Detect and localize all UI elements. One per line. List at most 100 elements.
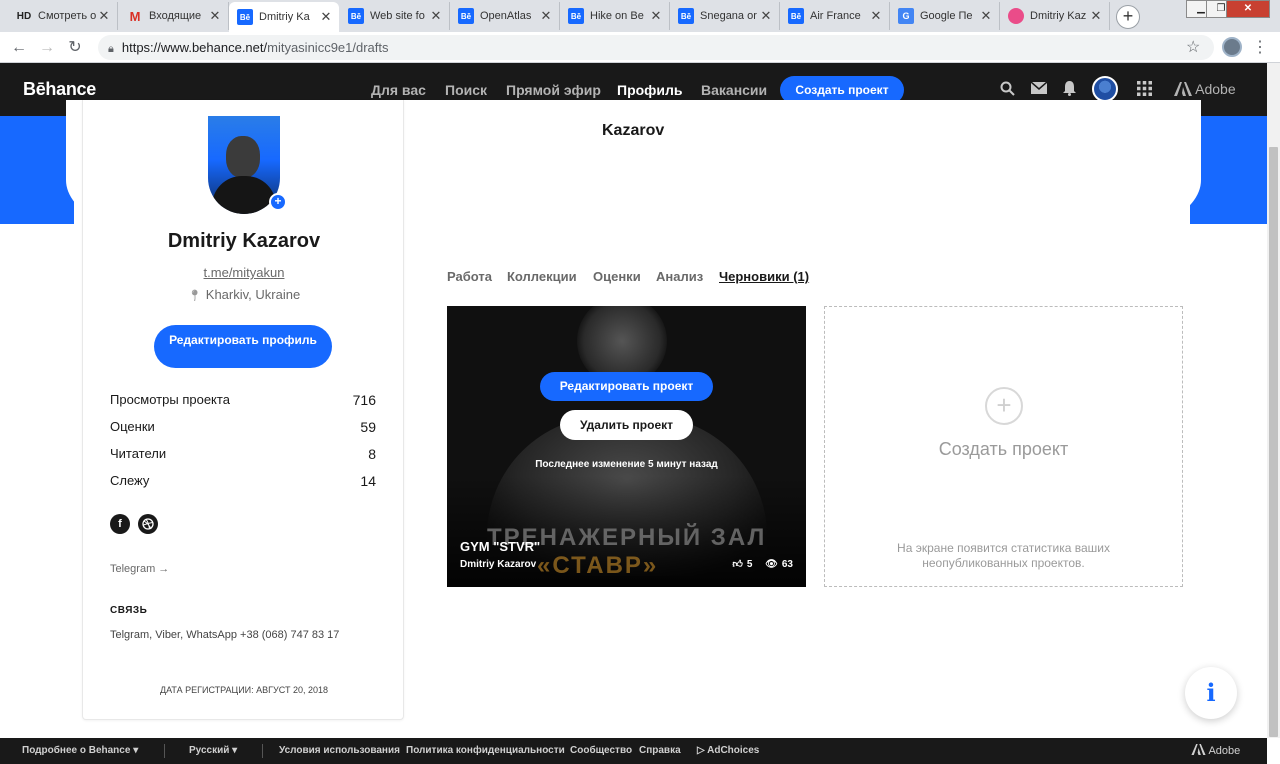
adobe-link[interactable]: Adobe [1174, 81, 1236, 97]
profile-name: Dmitriy Kazarov [167, 230, 321, 252]
close-tab-icon[interactable]: ✕ [649, 8, 663, 24]
user-avatar[interactable] [1092, 76, 1118, 102]
scrollbar-thumb[interactable] [1269, 147, 1278, 737]
footer-divider [262, 744, 263, 758]
close-window-button[interactable]: ✕ [1226, 0, 1270, 18]
footer-community-link[interactable]: Сообщество [570, 745, 632, 756]
close-tab-icon[interactable]: ✕ [759, 8, 773, 24]
tab-label: Dmitriy Ka [259, 11, 310, 23]
kebab-menu-icon[interactable]: ⋮ [1252, 37, 1268, 57]
tab-insights[interactable]: Анализ [656, 269, 703, 284]
footer-terms-link[interactable]: Условия использования [279, 745, 400, 756]
browser-tab[interactable]: Bē OpenAtlas ✕ [450, 2, 560, 30]
project-stats: 👍︎ 5 👁︎ 63 [728, 558, 793, 570]
tab-label: Входящие [149, 10, 202, 22]
reload-icon[interactable]: ↻ [64, 37, 86, 59]
thumbs-up-icon: 👍︎ [732, 559, 743, 570]
nav-live[interactable]: Прямой эфир [506, 82, 601, 98]
browser-tab[interactable]: Dmitriy Kaz ✕ [1000, 2, 1110, 30]
project-owner[interactable]: Dmitriy Kazarov [460, 559, 536, 570]
lock-icon: 🔒︎ [108, 43, 114, 55]
delete-project-button[interactable]: Удалить проект [560, 410, 693, 440]
info-icon[interactable]: i [1185, 667, 1237, 719]
page-scrollbar[interactable] [1267, 63, 1280, 738]
hd-icon: HD [16, 10, 32, 22]
nav-jobs[interactable]: Вакансии [701, 82, 767, 98]
browser-tab[interactable]: Bē Snegana or ✕ [670, 2, 780, 30]
tab-appreciations[interactable]: Оценки [593, 269, 641, 284]
url-host: https://www.behance.net/ [121, 40, 268, 55]
close-tab-icon[interactable]: ✕ [97, 8, 111, 24]
cover-text-line2: «СТАВР» [537, 552, 659, 579]
browser-tab[interactable]: M Входящие ✕ [119, 2, 229, 30]
create-project-card[interactable]: + Создать проект На экране появится стат… [824, 306, 1183, 587]
tab-collections[interactable]: Коллекции [507, 269, 577, 284]
close-tab-icon[interactable]: ✕ [539, 8, 553, 24]
adobe-icon [1191, 744, 1208, 757]
bell-icon[interactable] [1063, 81, 1076, 100]
dribbble-icon[interactable] [138, 514, 158, 534]
behance-icon: Bē [788, 8, 804, 24]
adchoices-label: AdChoices [707, 745, 760, 756]
likes-count: 5 [746, 559, 753, 570]
nav-for-you[interactable]: Для вас [371, 82, 426, 98]
nav-search[interactable]: Поиск [445, 82, 487, 98]
close-tab-icon[interactable]: ✕ [429, 8, 443, 24]
tab-label: Hike on Be [590, 10, 644, 22]
bookmark-star-icon[interactable]: ☆ [1186, 37, 1200, 57]
browser-tab[interactable]: Bē Hike on Be ✕ [560, 2, 670, 30]
views-count: 63 [781, 559, 793, 570]
tab-label: Google Пе [920, 10, 973, 22]
stat-label: Читатели [110, 446, 167, 461]
adchoices-icon: ▷ [697, 745, 708, 756]
browser-tab[interactable]: HD Смотреть о ✕ [8, 2, 118, 30]
footer-adchoices-link[interactable]: ▷ AdChoices [697, 745, 759, 756]
browser-tab[interactable]: G Google Пе ✕ [890, 2, 1000, 30]
behance-logo[interactable]: Bēhance [23, 79, 96, 100]
new-tab-button[interactable]: + [1116, 5, 1140, 29]
apps-grid-icon[interactable] [1137, 81, 1152, 100]
edit-profile-button[interactable]: Редактировать профиль [154, 325, 332, 368]
browser-tab[interactable]: Bē Air France ✕ [780, 2, 890, 30]
address-bar[interactable]: 🔒︎ https://www.behance.net/mityasinicc9e1… [98, 35, 1214, 60]
footer-privacy-link[interactable]: Политика конфиденциальности [406, 745, 565, 756]
footer-language-select[interactable]: Русский ▾ [189, 745, 237, 756]
tab-drafts[interactable]: Черновики (1) [719, 269, 809, 284]
tab-label: Web site fo [370, 10, 425, 22]
edit-project-button[interactable]: Редактировать проект [540, 372, 713, 401]
behance-icon: Bē [678, 8, 694, 24]
member-since: ДАТА РЕГИСТРАЦИИ: АВГУСТ 20, 2018 [160, 685, 328, 695]
url-path: mityasinicc9e1/drafts [267, 40, 389, 55]
add-avatar-icon[interactable]: + [269, 193, 287, 211]
browser-tab-active[interactable]: Bē Dmitriy Ka ✕ [229, 2, 339, 32]
close-tab-icon[interactable]: ✕ [979, 8, 993, 24]
extension-avatar-icon[interactable] [1222, 37, 1242, 57]
footer-adobe-link[interactable]: Adobe [1191, 744, 1240, 757]
site-footer: Подробнее о Behance ▾ Русский ▾ Условия … [0, 738, 1267, 764]
facebook-icon[interactable]: f [110, 514, 130, 534]
project-title[interactable]: GYM "STVR" [460, 539, 540, 554]
google-translate-icon: G [898, 8, 914, 24]
tab-work[interactable]: Работа [447, 269, 492, 284]
stat-value: 716 [352, 392, 376, 408]
forward-arrow-icon[interactable]: → [36, 37, 58, 59]
telegram-link[interactable]: Telegram → [110, 563, 169, 575]
browser-tab[interactable]: Bē Web site fo ✕ [340, 2, 450, 30]
footer-help-link[interactable]: Справка [639, 745, 681, 756]
close-tab-icon[interactable]: ✕ [1089, 8, 1103, 24]
stat-label: Слежу [110, 473, 150, 488]
search-icon[interactable] [1000, 81, 1015, 100]
nav-profile[interactable]: Профиль [617, 82, 683, 98]
footer-more-behance[interactable]: Подробнее о Behance ▾ [22, 745, 138, 756]
contact-text: Telgram, Viber, WhatsApp +38 (068) 747 8… [110, 629, 340, 641]
stat-value: 59 [360, 419, 376, 435]
close-tab-icon[interactable]: ✕ [319, 9, 333, 25]
close-tab-icon[interactable]: ✕ [208, 8, 222, 24]
create-project-hint: На экране появится статистика ваших неоп… [897, 541, 1110, 570]
back-arrow-icon[interactable]: ← [8, 37, 30, 59]
tab-label: Dmitriy Kaz [1030, 10, 1087, 22]
close-tab-icon[interactable]: ✕ [869, 8, 883, 24]
mail-icon[interactable] [1030, 81, 1048, 98]
draft-project-card[interactable]: ТРЕНАЖЕРНЫЙ ЗАЛ «СТАВР» Редактировать пр… [447, 306, 806, 587]
profile-website-link[interactable]: t.me/mityakun [83, 265, 405, 280]
